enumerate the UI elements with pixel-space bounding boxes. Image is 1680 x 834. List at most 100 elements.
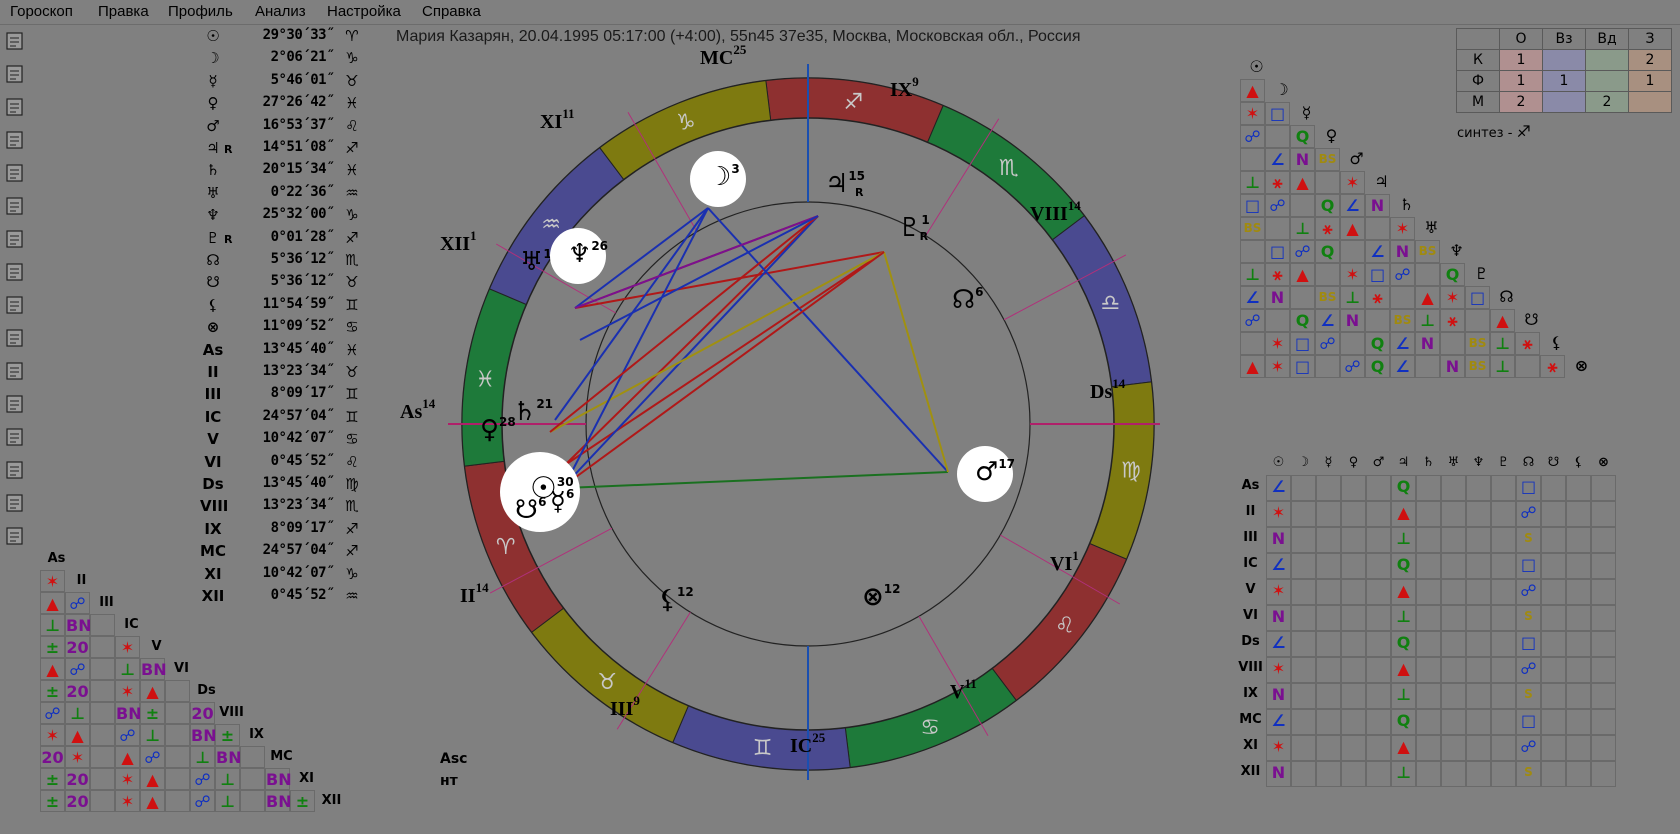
- aspect-cell[interactable]: ☍: [1265, 194, 1290, 217]
- aspect-cell[interactable]: [165, 702, 190, 724]
- aspect-cell[interactable]: [1591, 657, 1616, 683]
- aspect-cell[interactable]: N: [1365, 194, 1390, 217]
- aspect-cell[interactable]: Q: [1365, 332, 1390, 355]
- aspect-cell[interactable]: [1441, 735, 1466, 761]
- aspect-cell[interactable]: [1291, 553, 1316, 579]
- aspect-cell[interactable]: [1291, 475, 1316, 501]
- aspect-cell[interactable]: [1491, 475, 1516, 501]
- aspect-cell[interactable]: □: [1516, 709, 1541, 735]
- aspect-cell[interactable]: ∠: [1365, 240, 1390, 263]
- aspect-cell[interactable]: N: [1440, 355, 1465, 378]
- aspect-cell[interactable]: [1491, 657, 1516, 683]
- aspect-cell[interactable]: [1491, 527, 1516, 553]
- aspect-cell[interactable]: ±: [40, 680, 65, 702]
- aspect-cell[interactable]: [1366, 501, 1391, 527]
- aspect-cell[interactable]: [165, 680, 190, 702]
- aspect-cell[interactable]: 20: [190, 702, 215, 724]
- aspect-cell[interactable]: BN: [265, 790, 292, 812]
- aspect-cell[interactable]: ⊥: [65, 702, 90, 724]
- aspect-cell[interactable]: [1291, 579, 1316, 605]
- aspect-cell[interactable]: N: [1290, 148, 1315, 171]
- aspect-cell[interactable]: [1541, 761, 1566, 787]
- aspect-cell[interactable]: [1465, 309, 1490, 332]
- aspect-cell[interactable]: [1415, 263, 1440, 286]
- aspect-cell[interactable]: [1366, 631, 1391, 657]
- planet-row[interactable]: ☋ 5°36´12˝ ♉: [200, 273, 370, 295]
- aspect-cell[interactable]: [1366, 553, 1391, 579]
- aspect-cell[interactable]: ⊥: [1240, 263, 1265, 286]
- aspect-cell[interactable]: ✶: [40, 724, 65, 746]
- aspect-cell[interactable]: [1566, 553, 1591, 579]
- aspect-cell[interactable]: [1366, 683, 1391, 709]
- aspect-cell[interactable]: ▲: [1340, 217, 1365, 240]
- aspect-cell[interactable]: [1290, 286, 1315, 309]
- aspect-cell[interactable]: ☍: [1315, 332, 1340, 355]
- aspect-cell[interactable]: [1566, 605, 1591, 631]
- aspect-cell[interactable]: [1466, 657, 1491, 683]
- aspect-cell[interactable]: BS: [1240, 217, 1265, 240]
- planet-row[interactable]: III 8°09´17˝ ♊: [200, 385, 370, 407]
- aspect-cell[interactable]: Q: [1315, 240, 1340, 263]
- planet-row[interactable]: ☉ 29°30´33˝ ♈: [200, 27, 370, 49]
- aspect-cell[interactable]: [1265, 309, 1290, 332]
- aspect-cell[interactable]: [1341, 579, 1366, 605]
- aspect-cell[interactable]: ∠: [1266, 553, 1291, 579]
- aspect-cell[interactable]: Q: [1440, 263, 1465, 286]
- aspect-cell[interactable]: ⚹: [1265, 171, 1290, 194]
- aspect-cell[interactable]: ∠: [1390, 355, 1415, 378]
- aspect-cell[interactable]: [1491, 709, 1516, 735]
- aspect-cell[interactable]: [165, 790, 190, 812]
- aspect-cell[interactable]: [1366, 709, 1391, 735]
- aspect-cell[interactable]: ±: [215, 724, 240, 746]
- aspect-cell[interactable]: [1541, 631, 1566, 657]
- aspect-cell[interactable]: ∠: [1390, 332, 1415, 355]
- aspect-cell[interactable]: [1591, 631, 1616, 657]
- list-icon[interactable]: [4, 228, 28, 252]
- aspect-cell[interactable]: [1416, 761, 1441, 787]
- aspect-cell[interactable]: ▲: [1391, 735, 1416, 761]
- aspect-cell[interactable]: ⊥: [215, 790, 240, 812]
- aspect-cell[interactable]: BS: [1315, 148, 1340, 171]
- aspect-cell[interactable]: [1291, 709, 1316, 735]
- aspect-cell[interactable]: ✶: [115, 636, 140, 658]
- aspect-cell[interactable]: [1366, 579, 1391, 605]
- aspect-cell[interactable]: [1566, 735, 1591, 761]
- planet-row[interactable]: ⚸ 11°54´59˝ ♊: [200, 296, 370, 318]
- aspect-cell[interactable]: [1316, 527, 1341, 553]
- planet-row[interactable]: IC 24°57´04˝ ♊: [200, 408, 370, 430]
- aspect-cell[interactable]: [1416, 501, 1441, 527]
- aspect-cell[interactable]: BN: [115, 702, 142, 724]
- aspect-cell[interactable]: [1341, 501, 1366, 527]
- planet-row[interactable]: ♄ 20°15´34˝ ♓: [200, 161, 370, 183]
- aspect-cell[interactable]: ⚹: [1265, 263, 1290, 286]
- aspect-cell[interactable]: [1265, 217, 1290, 240]
- aspect-cell[interactable]: [1316, 475, 1341, 501]
- aspect-cell[interactable]: ⚹: [1440, 309, 1465, 332]
- aspect-cell[interactable]: N: [1340, 309, 1365, 332]
- aspect-cell[interactable]: [1541, 553, 1566, 579]
- aspect-cell[interactable]: [1316, 735, 1341, 761]
- aspect-cell[interactable]: ✶: [1266, 735, 1291, 761]
- aspect-cell[interactable]: [1416, 735, 1441, 761]
- aspect-cell[interactable]: □: [1290, 355, 1315, 378]
- aspect-cell[interactable]: [1341, 527, 1366, 553]
- aspect-cell[interactable]: 20: [65, 768, 90, 790]
- aspect-cell[interactable]: [1466, 605, 1491, 631]
- aspect-cell[interactable]: [1265, 125, 1290, 148]
- aspect-cell[interactable]: ▲: [1391, 501, 1416, 527]
- aspect-cell[interactable]: ⊥: [1490, 332, 1515, 355]
- aspect-cell[interactable]: ⚹: [1365, 286, 1390, 309]
- planet-row[interactable]: V 10°42´07˝ ♋: [200, 430, 370, 452]
- aspect-cell[interactable]: [1466, 709, 1491, 735]
- aspect-cell[interactable]: [1491, 553, 1516, 579]
- aspect-cell[interactable]: [1541, 527, 1566, 553]
- aspect-cell[interactable]: N: [1266, 683, 1291, 709]
- aspect-cell[interactable]: [1541, 709, 1566, 735]
- aspect-cell[interactable]: Q: [1391, 631, 1416, 657]
- planet-row[interactable]: ☽ 2°06´21˝ ♑: [200, 49, 370, 71]
- aspect-cell[interactable]: 20: [40, 746, 65, 768]
- aspect-cell[interactable]: [1491, 579, 1516, 605]
- aspect-cell[interactable]: ☍: [190, 790, 215, 812]
- aspect-cell[interactable]: BN: [265, 768, 292, 790]
- aspect-cell[interactable]: ☍: [1390, 263, 1415, 286]
